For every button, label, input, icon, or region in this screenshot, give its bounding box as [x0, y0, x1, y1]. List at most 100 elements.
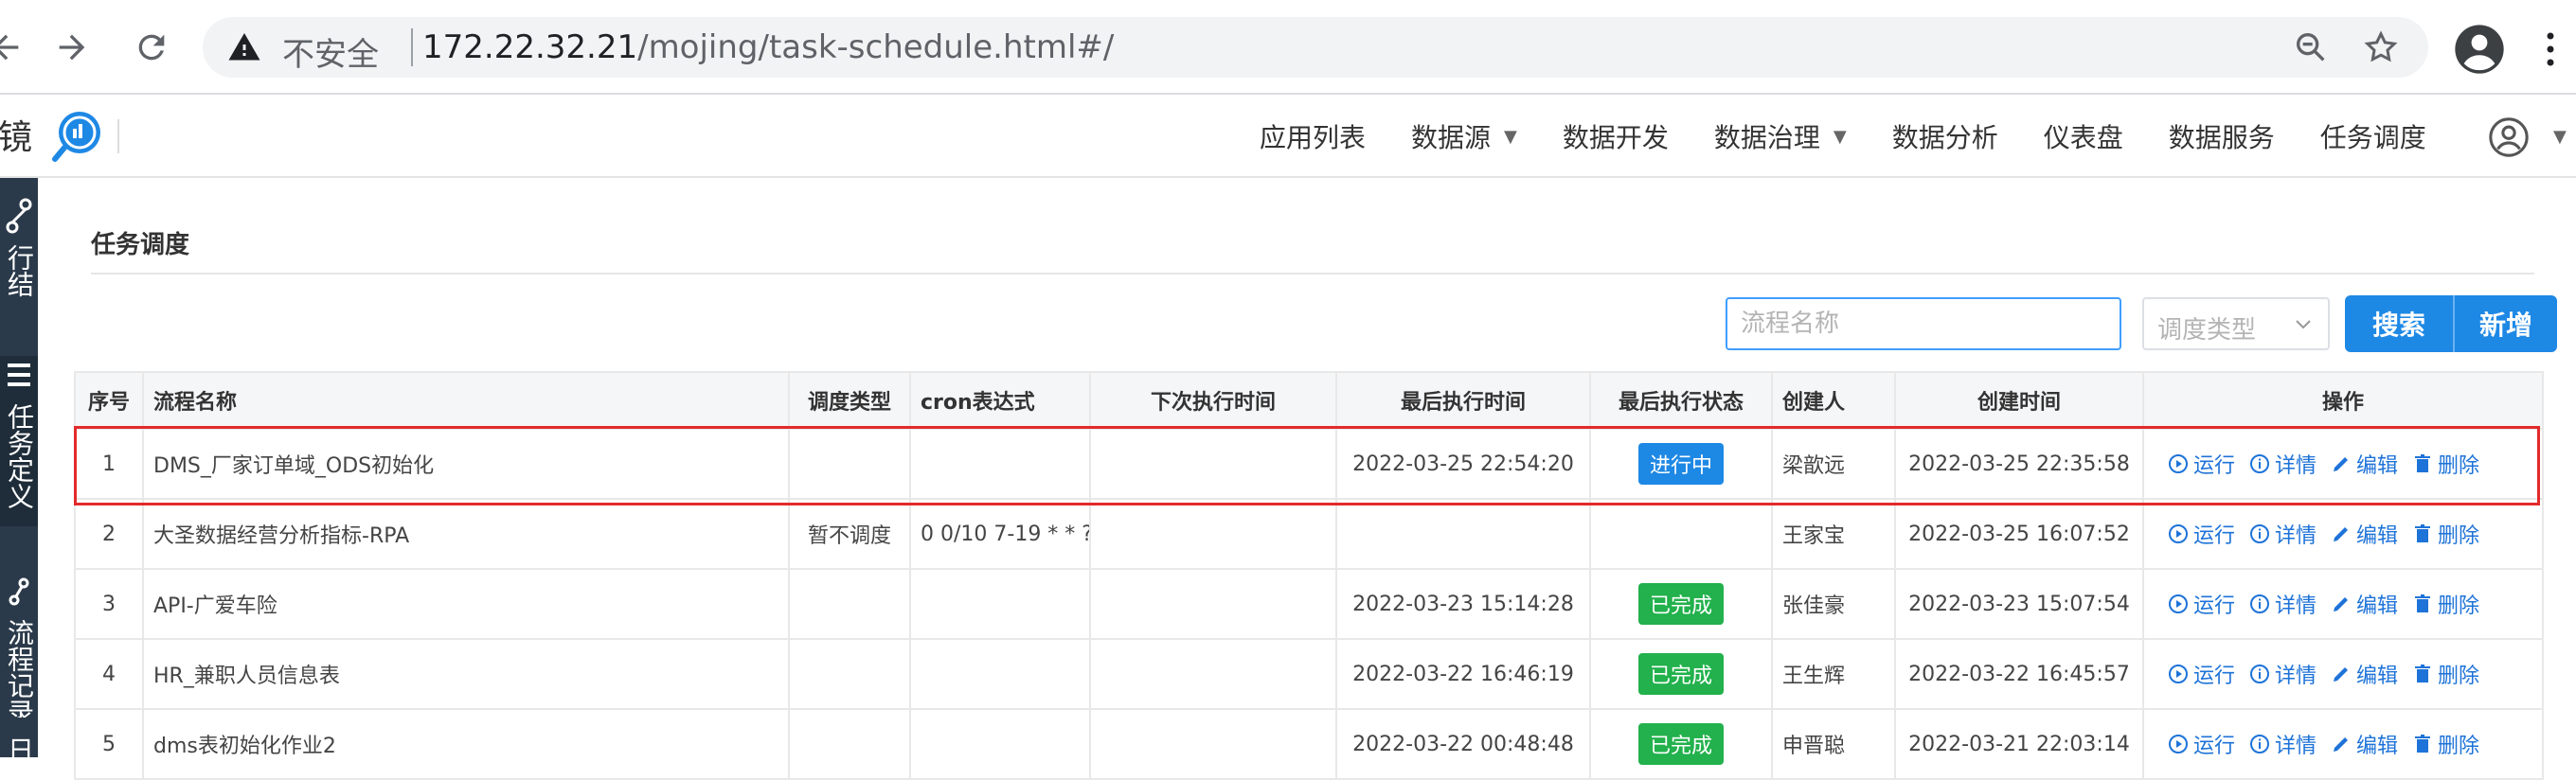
- col-header-cron: cron表达式: [909, 371, 1091, 430]
- user-menu-caret-icon[interactable]: ▼: [2553, 127, 2567, 147]
- status-badge: 已完成: [1637, 723, 1724, 765]
- bookmark-star-icon[interactable]: [2362, 28, 2400, 66]
- action-label: 删除: [2438, 454, 2480, 478]
- action-label: 编辑: [2356, 524, 2399, 548]
- delete-button[interactable]: 删除: [2411, 449, 2479, 479]
- status-badge: 进行中: [1637, 443, 1724, 485]
- edit-button[interactable]: 编辑: [2330, 659, 2398, 689]
- col-header-type: 调度类型: [788, 371, 911, 430]
- delete-button[interactable]: 删除: [2411, 589, 2479, 619]
- run-button[interactable]: 运行: [2167, 519, 2235, 549]
- edit-button[interactable]: 编辑: [2330, 589, 2398, 619]
- row-next-run: [1089, 498, 1337, 570]
- row-creator: 王家宝: [1771, 498, 1896, 570]
- sidebar-item-flow[interactable]: 行结: [0, 197, 38, 339]
- edit-button[interactable]: 编辑: [2330, 729, 2398, 759]
- sidebar-item-flow-record[interactable]: 流程记录: [0, 576, 38, 718]
- nav-item[interactable]: 数据源 ▼: [1411, 117, 1517, 155]
- pencil-icon: [2330, 523, 2352, 545]
- sidebar-item-label: 行结: [4, 244, 35, 297]
- run-button[interactable]: 运行: [2167, 729, 2235, 759]
- detail-button[interactable]: 详情: [2248, 589, 2317, 619]
- col-header-creator: 创建人: [1771, 371, 1896, 430]
- trash-icon: [2411, 733, 2434, 755]
- logo-icon[interactable]: [49, 106, 106, 163]
- run-button[interactable]: 运行: [2167, 589, 2235, 619]
- run-button[interactable]: 运行: [2167, 659, 2235, 689]
- add-button[interactable]: 新增: [2453, 295, 2557, 352]
- detail-button[interactable]: 详情: [2248, 659, 2317, 689]
- schedule-type-select[interactable]: 调度类型: [2142, 297, 2330, 350]
- nav-item[interactable]: 任务调度: [2320, 117, 2426, 155]
- delete-button[interactable]: 删除: [2411, 659, 2479, 689]
- detail-button[interactable]: 详情: [2248, 519, 2317, 549]
- record-icon: [9, 577, 29, 606]
- detail-button[interactable]: 详情: [2248, 449, 2317, 479]
- delete-button[interactable]: 删除: [2411, 729, 2479, 759]
- list-icon: [8, 363, 30, 386]
- sidebar: 行结 任务定义 流程记录 日: [0, 178, 38, 763]
- warning-icon[interactable]: [227, 30, 261, 68]
- table-header-row: 序号 流程名称 调度类型 cron表达式 下次执行时间 最后执行时间 最后执行状…: [74, 371, 2544, 430]
- profile-icon[interactable]: [2453, 23, 2506, 76]
- row-status-cell: 已完成: [1589, 568, 1773, 640]
- pencil-icon: [2330, 733, 2352, 755]
- trash-icon: [2411, 663, 2434, 685]
- row-name: dms表初始化作业2: [142, 708, 790, 780]
- row-name: HR_兼职人员信息表: [142, 638, 790, 710]
- action-label: 编辑: [2356, 594, 2399, 618]
- row-schedule-type: [788, 568, 911, 640]
- run-button[interactable]: 运行: [2167, 449, 2235, 479]
- address-bar[interactable]: 不安全 172.22.32.21/mojing/task-schedule.ht…: [203, 17, 2428, 78]
- nav-item[interactable]: 应用列表: [1260, 117, 1366, 155]
- nav-item[interactable]: 数据服务: [2169, 117, 2275, 155]
- table-row[interactable]: 1 DMS_厂家订单域_ODS初始化 2022-03-25 22:54:20 进行中 梁…: [74, 428, 2544, 500]
- col-header-last-status: 最后执行状态: [1589, 371, 1773, 430]
- sidebar-item-task-definition[interactable]: 任务定义: [0, 356, 38, 526]
- action-label: 删除: [2438, 665, 2480, 688]
- row-actions: 运行 详情 编辑 删除: [2142, 568, 2544, 640]
- reload-icon[interactable]: [125, 21, 178, 74]
- insecure-label: 不安全: [282, 36, 379, 74]
- row-schedule-type: [788, 428, 911, 500]
- trash-icon: [2411, 523, 2434, 545]
- nav-item[interactable]: 数据治理 ▼: [1714, 117, 1847, 155]
- search-button[interactable]: 搜索: [2345, 295, 2453, 352]
- delete-button[interactable]: 删除: [2411, 519, 2479, 549]
- address-divider: [411, 28, 413, 66]
- chevron-down-icon: [2296, 320, 2311, 329]
- table-row[interactable]: 4 HR_兼职人员信息表 2022-03-22 16:46:19 已完成 王生辉 2022…: [74, 638, 2544, 710]
- row-created: 2022-03-25 16:07:52: [1894, 498, 2144, 570]
- row-no: 4: [74, 638, 144, 710]
- table-row[interactable]: 5 dms表初始化作业2 2022-03-22 00:48:48 已完成 申晋聪 2022…: [74, 708, 2544, 780]
- flow-name-search-input[interactable]: [1726, 297, 2121, 350]
- logo-divider: [117, 119, 119, 153]
- sidebar-item-label: 流程记录: [4, 619, 35, 718]
- sidebar-item-log[interactable]: 日: [0, 736, 38, 774]
- user-icon[interactable]: [2487, 115, 2531, 159]
- nav-item[interactable]: 数据分析: [1892, 117, 1998, 155]
- row-name: 大圣数据经营分析指标-RPA: [142, 498, 790, 570]
- nav-item-label: 数据服务: [2168, 122, 2275, 153]
- zoom-icon[interactable]: [2292, 28, 2330, 66]
- back-icon[interactable]: [0, 21, 32, 74]
- table-row[interactable]: 2 大圣数据经营分析指标-RPA 暂不调度 0 0/10 7-19 * * ? 王家宝 2…: [74, 498, 2544, 570]
- nav-item[interactable]: 仪表盘: [2044, 117, 2123, 155]
- forward-icon[interactable]: [45, 21, 98, 74]
- nav-item[interactable]: 数据开发: [1563, 117, 1669, 155]
- row-next-run: [1089, 428, 1337, 500]
- col-header-name: 流程名称: [142, 371, 790, 430]
- table-row[interactable]: 3 API-广爱车险 2022-03-23 15:14:28 已完成 张佳豪 2022-0…: [74, 568, 2544, 640]
- more-menu-icon[interactable]: [2544, 28, 2557, 70]
- pencil-icon: [2330, 663, 2352, 685]
- edit-button[interactable]: 编辑: [2330, 449, 2398, 479]
- caret-down-icon: ▼: [1504, 126, 1517, 147]
- edit-button[interactable]: 编辑: [2330, 519, 2398, 549]
- col-header-no: 序号: [74, 371, 144, 430]
- url-path: /mojing/task-schedule.html#/: [637, 28, 1115, 66]
- detail-button[interactable]: 详情: [2248, 729, 2317, 759]
- url-text[interactable]: 172.22.32.21/mojing/task-schedule.html#/: [422, 28, 1114, 66]
- app-header: 魔镜 应用列表 数据源 ▼ 数据开发 数据治理 ▼ 数据分析 仪表盘 数据服务 任务调度 ▼: [0, 95, 2576, 178]
- schedule-type-placeholder: 调度类型: [2157, 316, 2257, 345]
- row-created: 2022-03-22 16:45:57: [1894, 638, 2144, 710]
